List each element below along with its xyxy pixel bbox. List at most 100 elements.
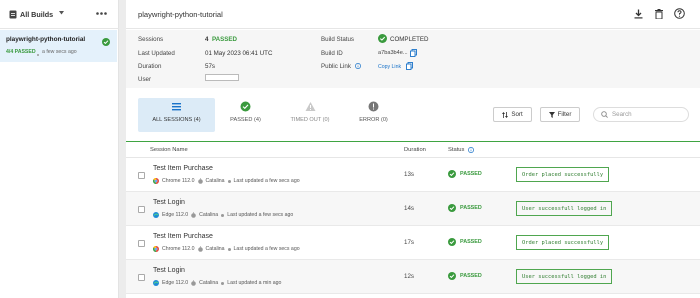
search-input[interactable]: Search [593,107,689,122]
col-duration: Duration [404,147,426,153]
panel-divider[interactable] [119,0,126,298]
os-name: Catalina [199,280,219,286]
sessions-label: Sessions [138,36,164,43]
tab-label: ERROR (0) [359,117,388,123]
table-row[interactable]: Test Login Edge 112.0 Catalina Last upda… [126,192,700,226]
last-updated: Last updated a few secs ago [227,212,294,218]
passed-check-icon [448,204,456,212]
passed-check-icon [448,170,456,178]
session-meta: Edge 112.0 Catalina Last updated a few s… [153,212,293,218]
os-name: Catalina [205,246,225,252]
tab-timed-out[interactable]: TIMED OUT (0) [280,98,340,132]
all-builds-title[interactable]: All Builds [20,10,53,19]
status-badge: PASSED [448,238,482,246]
page-title: playwright-python-tutorial [138,10,223,19]
session-duration: 13s [404,171,414,178]
trash-icon[interactable] [655,9,663,19]
sort-button[interactable]: Sort [493,107,532,122]
session-duration: 14s [404,205,414,212]
public-link-label: Public Link [321,63,351,70]
passed-check-icon [448,272,456,280]
build-status-label: Build Status [321,36,355,43]
result-message: Order placed successfully [516,167,610,182]
last-updated: Last updated a min ago [227,280,282,286]
apple-icon [191,212,196,218]
row-checkbox[interactable] [138,172,145,179]
edge-icon [153,280,159,286]
builds-sidebar: All Builds playwright-python-tutorial 4/… [0,0,119,298]
download-icon[interactable] [634,9,643,19]
sessions-value: 4 [205,36,209,43]
session-name[interactable]: Test Item Purchase [153,165,213,172]
chevron-down-icon[interactable] [59,11,64,15]
apple-icon [197,178,203,184]
apple-icon [191,280,196,286]
copy-link-icon[interactable] [406,62,413,70]
edge-icon [153,212,159,218]
result-message: Order placed successfully [516,235,610,250]
user-redacted [205,74,239,81]
build-info-section: Sessions 4 PASSED Last Updated 01 May 20… [126,30,700,88]
filter-button[interactable]: Filter [540,107,580,122]
table-row[interactable]: Test Item Purchase Chrome 112.0 Catalina… [126,226,700,260]
passed-check-icon [448,238,456,246]
table-row[interactable]: Test Item Purchase Chrome 112.0 Catalina… [126,158,700,192]
last-updated-label: Last Updated [138,50,175,57]
help-icon[interactable] [674,8,685,19]
warning-icon [305,101,316,112]
session-meta: Edge 112.0 Catalina Last updated a min a… [153,280,281,286]
sessions-status: PASSED [212,36,237,43]
session-name[interactable]: Test Item Purchase [153,233,213,240]
build-details-panel: playwright-python-tutorial Sessions 4 PA… [126,0,700,298]
copy-link[interactable]: Copy Link [378,64,401,70]
sessions-table-header: Session Name Duration Status [126,142,700,158]
table-row[interactable]: Test Login Edge 112.0 Catalina Last upda… [126,260,700,294]
row-checkbox[interactable] [138,240,145,247]
tab-passed[interactable]: PASSED (4) [218,98,273,132]
info-icon[interactable] [468,147,474,153]
status-text: PASSED [460,171,482,177]
copy-id-icon[interactable] [410,49,417,57]
session-duration: 17s [404,239,414,246]
status-badge: PASSED [448,272,482,280]
os-name: Catalina [199,212,219,218]
result-message: User successfull logged in [516,269,613,284]
chrome-icon [153,246,159,252]
search-icon [601,111,608,118]
tab-label: TIMED OUT (0) [290,117,330,123]
session-name[interactable]: Test Login [153,267,185,274]
separator-dot [221,281,225,285]
session-meta: Chrome 112.0 Catalina Last updated a few… [153,178,300,184]
tab-error[interactable]: ERROR (0) [346,98,401,132]
session-name[interactable]: Test Login [153,199,185,206]
browser-version: Chrome 112.0 [162,246,195,252]
filter-icon [548,111,555,118]
col-status: Status [448,147,465,153]
last-updated: Last updated a few secs ago [233,246,300,252]
os-name: Catalina [205,178,225,184]
list-icon [171,101,182,112]
filter-label: Filter [557,111,572,118]
build-id-value: a7ba3b4e... [378,50,408,56]
tab-all-sessions[interactable]: ALL SESSIONS (4) [138,98,215,132]
session-duration: 12s [404,273,414,280]
separator-dot [227,179,231,183]
build-passed-count: 4/4 PASSED [6,49,36,55]
build-list-item[interactable]: playwright-python-tutorial 4/4 PASSED a … [0,30,117,62]
passed-check-icon [240,101,251,112]
info-icon[interactable] [355,63,361,69]
search-placeholder: Search [612,111,632,118]
more-options-icon[interactable] [96,12,107,15]
sort-label: Sort [511,111,523,118]
browser-version: Edge 112.0 [162,280,189,286]
error-icon [368,101,379,112]
tab-label: ALL SESSIONS (4) [152,117,201,123]
build-status-value: COMPLETED [390,36,429,43]
document-icon [9,10,17,19]
build-name: playwright-python-tutorial [6,36,86,43]
passed-check-icon [102,38,110,46]
session-meta: Chrome 112.0 Catalina Last updated a few… [153,246,300,252]
row-checkbox[interactable] [138,274,145,281]
row-checkbox[interactable] [138,206,145,213]
completed-check-icon [378,34,387,43]
